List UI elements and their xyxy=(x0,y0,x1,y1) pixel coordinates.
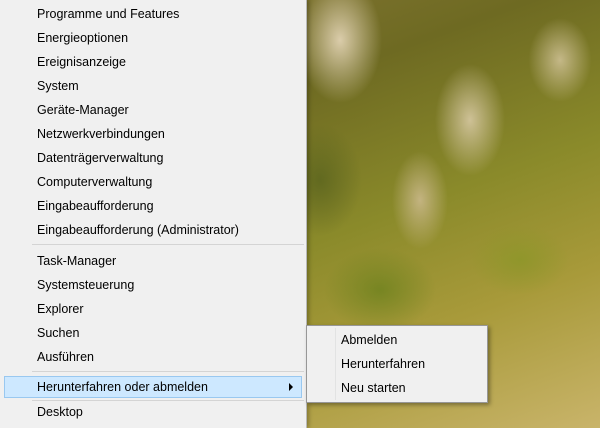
menu-item-herunterfahren-oder-abmelden[interactable]: Herunterfahren oder abmelden xyxy=(4,376,302,398)
menu-item-netzwerkverbindungen[interactable]: Netzwerkverbindungen xyxy=(4,123,302,145)
menu-item-ausfuehren[interactable]: Ausführen xyxy=(4,346,302,368)
menu-item-energieoptionen[interactable]: Energieoptionen xyxy=(4,27,302,49)
menu-item-label: Herunterfahren oder abmelden xyxy=(37,380,208,394)
menu-item-eingabeaufforderung-admin[interactable]: Eingabeaufforderung (Administrator) xyxy=(4,219,302,241)
menu-item-desktop[interactable]: Desktop xyxy=(4,401,302,423)
submenu-item-herunterfahren[interactable]: Herunterfahren xyxy=(309,353,485,375)
menu-item-geraete-manager[interactable]: Geräte-Manager xyxy=(4,99,302,121)
menu-item-task-manager[interactable]: Task-Manager xyxy=(4,250,302,272)
shutdown-submenu: Abmelden Herunterfahren Neu starten xyxy=(306,325,488,403)
menu-item-datentraegerverwaltung[interactable]: Datenträgerverwaltung xyxy=(4,147,302,169)
menu-item-programme-und-features[interactable]: Programme und Features xyxy=(4,3,302,25)
menu-item-ereignisanzeige[interactable]: Ereignisanzeige xyxy=(4,51,302,73)
menu-item-systemsteuerung[interactable]: Systemsteuerung xyxy=(4,274,302,296)
menu-item-suchen[interactable]: Suchen xyxy=(4,322,302,344)
menu-item-system[interactable]: System xyxy=(4,75,302,97)
menu-separator xyxy=(32,244,304,245)
submenu-item-neu-starten[interactable]: Neu starten xyxy=(309,377,485,399)
submenu-item-abmelden[interactable]: Abmelden xyxy=(309,329,485,351)
menu-item-explorer[interactable]: Explorer xyxy=(4,298,302,320)
power-user-menu: Programme und Features Energieoptionen E… xyxy=(0,0,307,428)
menu-separator xyxy=(32,371,304,372)
menu-item-eingabeaufforderung[interactable]: Eingabeaufforderung xyxy=(4,195,302,217)
chevron-right-icon xyxy=(289,383,293,391)
menu-item-computerverwaltung[interactable]: Computerverwaltung xyxy=(4,171,302,193)
